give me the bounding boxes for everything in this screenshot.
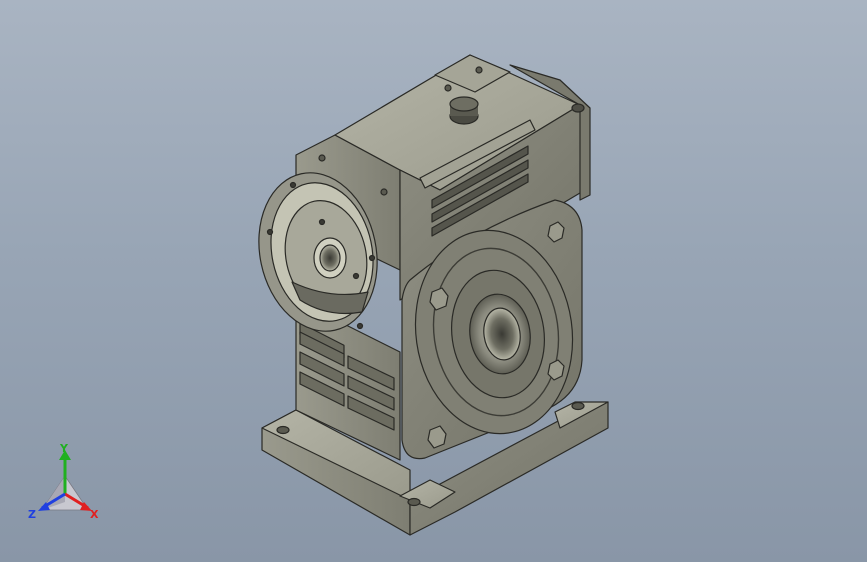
y-axis-label: Y	[59, 444, 69, 455]
coordinate-triad: Y X Z	[28, 444, 99, 521]
graphics-viewport[interactable]	[0, 0, 867, 562]
z-axis-label: Z	[28, 508, 36, 521]
x-axis-label: X	[90, 508, 99, 521]
worm-gearbox-model[interactable]	[245, 54, 609, 536]
